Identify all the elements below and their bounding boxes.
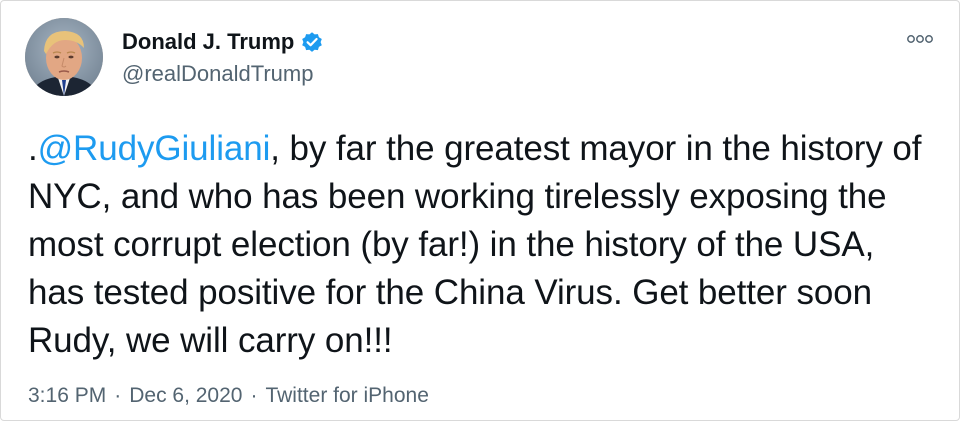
tweet-text: .@RudyGiuliani, by far the greatest mayo… xyxy=(28,125,938,365)
mention-link[interactable]: @RudyGiuliani xyxy=(38,129,271,168)
tweet-time[interactable]: 3:16 PM xyxy=(28,384,106,408)
tweet-source[interactable]: Twitter for iPhone xyxy=(265,384,428,408)
tweet-card: Donald J. Trump @realDonaldTrump .@RudyG… xyxy=(0,0,960,421)
author-name-row: Donald J. Trump xyxy=(122,27,324,57)
tweet-date[interactable]: Dec 6, 2020 xyxy=(129,384,242,408)
verified-badge-icon xyxy=(300,30,324,54)
meta-separator: · xyxy=(250,384,258,407)
avatar[interactable] xyxy=(25,18,103,96)
tweet-text-prefix: . xyxy=(28,129,38,168)
tweet-meta: 3:16 PM · Dec 6, 2020 · Twitter for iPho… xyxy=(28,384,429,408)
profile-photo-icon xyxy=(25,18,103,96)
meta-separator: · xyxy=(114,384,122,407)
more-options-icon[interactable] xyxy=(905,27,935,51)
author-display-name[interactable]: Donald J. Trump xyxy=(122,29,294,55)
author-handle[interactable]: @realDonaldTrump xyxy=(122,61,313,87)
